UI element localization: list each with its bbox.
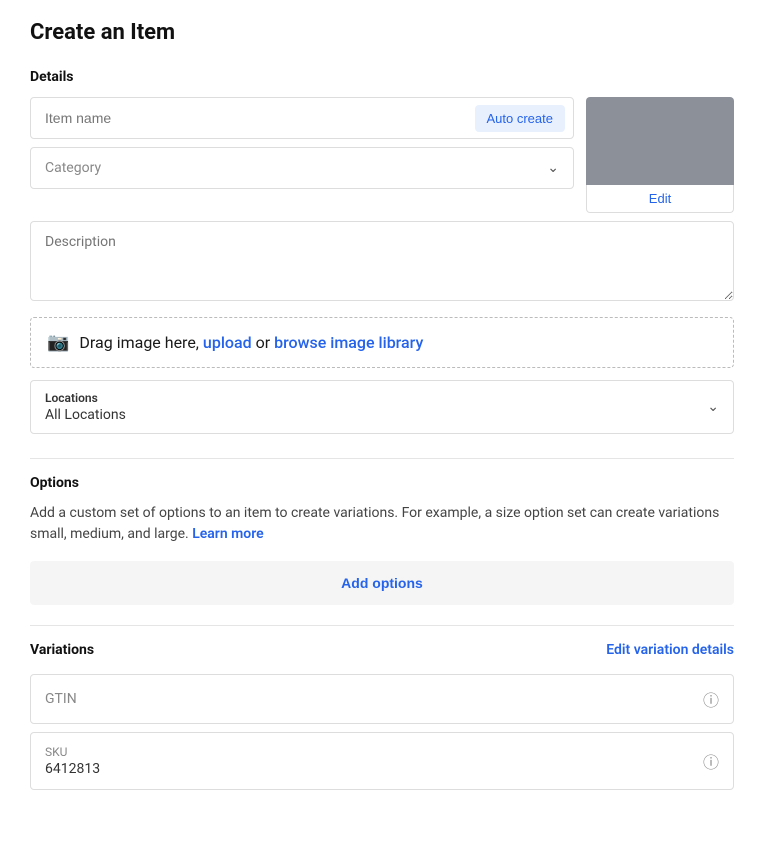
image-edit-button[interactable]: Edit	[586, 185, 734, 213]
gtin-field: GTIN ⓘ	[30, 674, 734, 724]
image-icon: 📷	[47, 332, 69, 353]
options-label: Options	[30, 475, 734, 491]
image-section: Edit	[586, 97, 734, 213]
options-section: Options Add a custom set of options to a…	[30, 475, 734, 605]
chevron-down-icon: ⌄	[707, 399, 719, 415]
locations-dropdown[interactable]: Locations All Locations ⌄	[30, 380, 734, 434]
sku-field: SKU 6412813 ⓘ	[30, 732, 734, 790]
info-icon-sku[interactable]: ⓘ	[703, 749, 719, 773]
sku-label: SKU	[45, 745, 100, 759]
options-description: Add a custom set of options to an item t…	[30, 503, 734, 545]
browse-library-link[interactable]: browse image library	[274, 333, 423, 352]
upload-text: Drag image here, upload or browse image …	[79, 333, 423, 352]
auto-create-button[interactable]: Auto create	[475, 105, 566, 132]
category-dropdown[interactable]: Category ⌄	[30, 147, 574, 189]
sku-value: 6412813	[45, 761, 100, 777]
sku-content: SKU 6412813	[45, 745, 100, 777]
divider	[30, 458, 734, 459]
variations-section: Variations Edit variation details GTIN ⓘ…	[30, 642, 734, 790]
edit-variation-link[interactable]: Edit variation details	[606, 642, 734, 658]
details-label: Details	[30, 69, 734, 85]
description-wrapper	[30, 221, 734, 305]
details-left: Auto create Category ⌄	[30, 97, 574, 213]
add-options-button[interactable]: Add options	[30, 561, 734, 605]
upload-link[interactable]: upload	[203, 333, 252, 352]
image-upload-area[interactable]: 📷 Drag image here, upload or browse imag…	[30, 317, 734, 368]
item-name-input[interactable]	[31, 98, 475, 138]
divider-2	[30, 625, 734, 626]
description-textarea[interactable]	[30, 221, 734, 301]
chevron-down-icon: ⌄	[547, 160, 559, 176]
learn-more-link[interactable]: Learn more	[192, 526, 263, 542]
gtin-placeholder: GTIN	[45, 691, 77, 707]
details-row: Auto create Category ⌄ Edit	[30, 97, 734, 213]
image-preview	[586, 97, 734, 185]
variations-header: Variations Edit variation details	[30, 642, 734, 658]
details-section: Details Auto create Category ⌄ Edit 📷	[30, 69, 734, 434]
variations-title: Variations	[30, 642, 94, 658]
info-icon-gtin[interactable]: ⓘ	[703, 687, 719, 711]
item-name-wrapper: Auto create	[30, 97, 574, 139]
page-title: Create an Item	[30, 20, 734, 45]
category-label: Category	[45, 160, 547, 176]
locations-title: Locations	[45, 391, 719, 405]
locations-value: All Locations	[45, 407, 719, 423]
